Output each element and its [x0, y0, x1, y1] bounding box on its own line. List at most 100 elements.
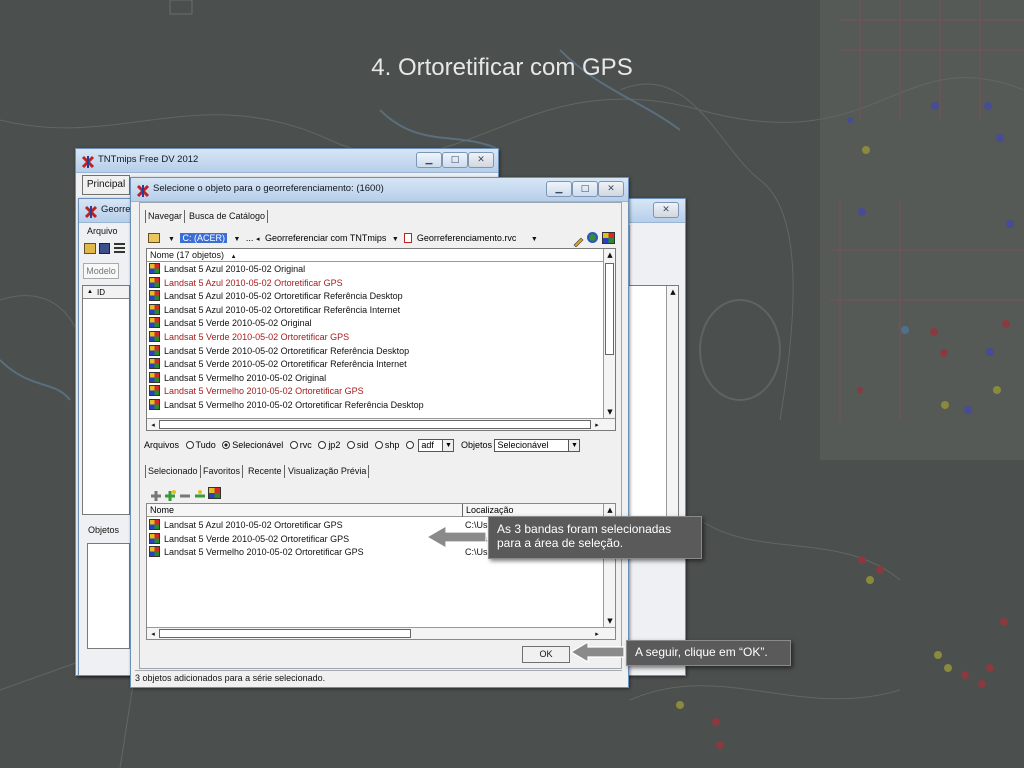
- radio-shp-label[interactable]: shp: [385, 440, 400, 450]
- ok-callout-arrow: [570, 641, 625, 663]
- folder-up-icon[interactable]: [148, 233, 160, 243]
- selected-scroll-left-arrow-icon[interactable]: ◂: [147, 628, 159, 639]
- path-dropdown-arrow-icon: ▼: [233, 236, 241, 243]
- open-folder-icon[interactable]: [84, 243, 96, 254]
- drive-dropdown-arrow-icon: ▼: [168, 236, 175, 243]
- add-icon[interactable]: [150, 487, 162, 501]
- list-icon[interactable]: [114, 243, 125, 254]
- raster-icon: [149, 331, 160, 342]
- dialog-body: Navegar Busca de Catálogo ▼ C: (ACER) ▼ …: [139, 202, 622, 669]
- scroll-down-arrow-icon[interactable]: ▼: [604, 406, 615, 418]
- dialog-titlebar[interactable]: Selecione o objeto para o georreferencia…: [131, 178, 628, 202]
- objetos-combo[interactable]: Selecionável ▼: [494, 439, 581, 453]
- selection-grid-icon[interactable]: [208, 487, 221, 499]
- tab-busca-catalogo[interactable]: Busca de Catálogo: [187, 210, 269, 223]
- extension-combo-value: adf: [421, 440, 434, 451]
- tntmips-titlebar[interactable]: TNTmips Free DV 2012 ▁ □ ✕: [76, 149, 498, 173]
- list-item[interactable]: Landsat 5 Azul 2010-05-02 Ortoretificar …: [149, 276, 343, 290]
- list-item[interactable]: Landsat 5 Azul 2010-05-02 Ortoretificar …: [149, 290, 403, 303]
- drive-dropdown[interactable]: ▼ C: (ACER) ▼ ... ◂ Georreferenciar com …: [168, 231, 538, 245]
- modelo-tab[interactable]: Modelo: [83, 263, 119, 279]
- raster-icon: [149, 263, 160, 274]
- list-item-label: Landsat 5 Vermelho 2010-05-02 Ortoretifi…: [164, 386, 364, 397]
- list-item[interactable]: Landsat 5 Vermelho 2010-05-02 Ortoretifi…: [149, 399, 424, 412]
- path-folder[interactable]: Georreferenciar com TNTmips: [265, 233, 386, 243]
- selected-name-header[interactable]: Nome: [150, 504, 174, 517]
- hscroll-thumb[interactable]: [159, 420, 591, 429]
- save-icon[interactable]: [99, 243, 110, 254]
- georreferenciar-toolbar: [84, 241, 130, 257]
- list-item[interactable]: Landsat 5 Verde 2010-05-02 Ortoretificar…: [149, 344, 409, 358]
- objetos-combo-arrow-icon[interactable]: ▼: [568, 440, 580, 452]
- list-item-label: Landsat 5 Verde 2010-05-02 Original: [164, 318, 312, 329]
- principal-menu-button[interactable]: Principal: [82, 175, 130, 195]
- scroll-right-arrow-icon[interactable]: ▸: [591, 419, 603, 430]
- list-item-label: Landsat 5 Vermelho 2010-05-02 Ortoretifi…: [164, 400, 424, 410]
- radio-shp[interactable]: [374, 441, 383, 449]
- remove-icon[interactable]: [179, 487, 191, 499]
- selected-item-label: Landsat 5 Verde 2010-05-02 Ortoretificar…: [164, 533, 350, 544]
- tab-visualizacao-previa[interactable]: Visualização Prévia: [286, 465, 370, 478]
- selected-list-hscroll[interactable]: ◂ ▸: [147, 627, 615, 639]
- raster-icon: [149, 371, 160, 383]
- list-item[interactable]: Landsat 5 Verde 2010-05-02 Ortoretificar…: [149, 331, 349, 344]
- maximize-button[interactable]: □: [442, 152, 468, 168]
- radio-jp2[interactable]: [318, 441, 327, 449]
- extension-combo-arrow-icon[interactable]: ▼: [442, 440, 454, 452]
- dialog-minimize-button[interactable]: ▁: [546, 181, 572, 197]
- selected-scroll-up-arrow-icon[interactable]: ▲: [604, 504, 615, 516]
- radio-rvc-label[interactable]: rvc: [300, 440, 312, 450]
- globe-icon[interactable]: [587, 232, 598, 243]
- ok-button[interactable]: OK: [522, 646, 570, 663]
- selected-scroll-right-arrow-icon[interactable]: ▸: [591, 628, 603, 639]
- list-item[interactable]: Landsat 5 Verde 2010-05-02 Ortoretificar…: [149, 358, 407, 371]
- tab-navegar[interactable]: Navegar: [145, 210, 186, 223]
- add-all-icon[interactable]: [164, 487, 176, 501]
- radio-rvc[interactable]: [289, 441, 298, 449]
- object-list-header[interactable]: Nome (17 objetos) ▲: [147, 249, 603, 262]
- radio-jp2-label[interactable]: jp2: [328, 440, 340, 450]
- id-column-header[interactable]: ID: [97, 288, 105, 297]
- list-item[interactable]: Landsat 5 Vermelho 2010-05-02 Ortoretifi…: [149, 385, 364, 398]
- bands-callout: As 3 bandas foram selecionadas para a ár…: [488, 516, 702, 559]
- remove-all-icon[interactable]: [194, 487, 206, 499]
- close-button[interactable]: ✕: [468, 152, 494, 168]
- right-vscroll[interactable]: ▲: [666, 286, 678, 522]
- path-ellipsis: ...: [245, 233, 254, 243]
- raster-icon: [149, 519, 160, 530]
- scroll-up-arrow-icon[interactable]: ▲: [604, 249, 615, 261]
- radio-tudo-label[interactable]: Tudo: [196, 440, 216, 450]
- arquivo-menu[interactable]: Arquivo: [87, 226, 118, 236]
- object-list-hscroll[interactable]: ◂ ▸: [147, 418, 615, 430]
- list-item-label: Landsat 5 Azul 2010-05-02 Original: [164, 264, 306, 274]
- georreferenciar-close-button[interactable]: ✕: [653, 202, 679, 218]
- radio-selecionavel-label[interactable]: Selecionável: [232, 440, 283, 450]
- list-item[interactable]: Landsat 5 Azul 2010-05-02 Original: [149, 263, 305, 276]
- list-item[interactable]: Landsat 5 Azul 2010-05-02 Ortoretificar …: [149, 303, 400, 317]
- dialog-close-button[interactable]: ✕: [598, 181, 624, 197]
- path-file[interactable]: Georreferenciamento.rvc: [417, 233, 517, 243]
- selected-hscroll-thumb[interactable]: [159, 629, 411, 638]
- tab-favoritos[interactable]: Favoritos: [201, 465, 244, 478]
- radio-tudo[interactable]: [185, 441, 194, 449]
- list-item[interactable]: Landsat 5 Verde 2010-05-02 Original: [149, 317, 312, 330]
- selected-scroll-down-arrow-icon[interactable]: ▼: [604, 615, 615, 627]
- scroll-left-arrow-icon[interactable]: ◂: [147, 419, 159, 430]
- list-item[interactable]: Landsat 5 Vermelho 2010-05-02 Original: [149, 371, 326, 385]
- object-list-vscroll[interactable]: ▲ ▼: [603, 249, 615, 418]
- dialog-maximize-button[interactable]: □: [572, 181, 598, 197]
- grid-icon[interactable]: [602, 232, 615, 244]
- scroll-thumb[interactable]: [605, 263, 614, 355]
- tab-recente[interactable]: Recente: [246, 465, 285, 478]
- tab-selecionado[interactable]: Selecionado: [145, 465, 201, 478]
- radio-selecionavel[interactable]: [222, 441, 231, 449]
- drive-value: C: (ACER): [180, 233, 227, 243]
- status-bar: 3 objetos adicionados para a série selec…: [135, 670, 622, 684]
- radio-sid-label[interactable]: sid: [357, 440, 369, 450]
- minimize-button[interactable]: ▁: [416, 152, 442, 168]
- pencil-icon[interactable]: [572, 232, 584, 248]
- extension-combo[interactable]: adf ▼: [418, 439, 455, 453]
- radio-sid[interactable]: [346, 441, 355, 449]
- ok-callout: A seguir, clique em “OK”.: [626, 640, 791, 666]
- radio-other-format[interactable]: [405, 441, 414, 449]
